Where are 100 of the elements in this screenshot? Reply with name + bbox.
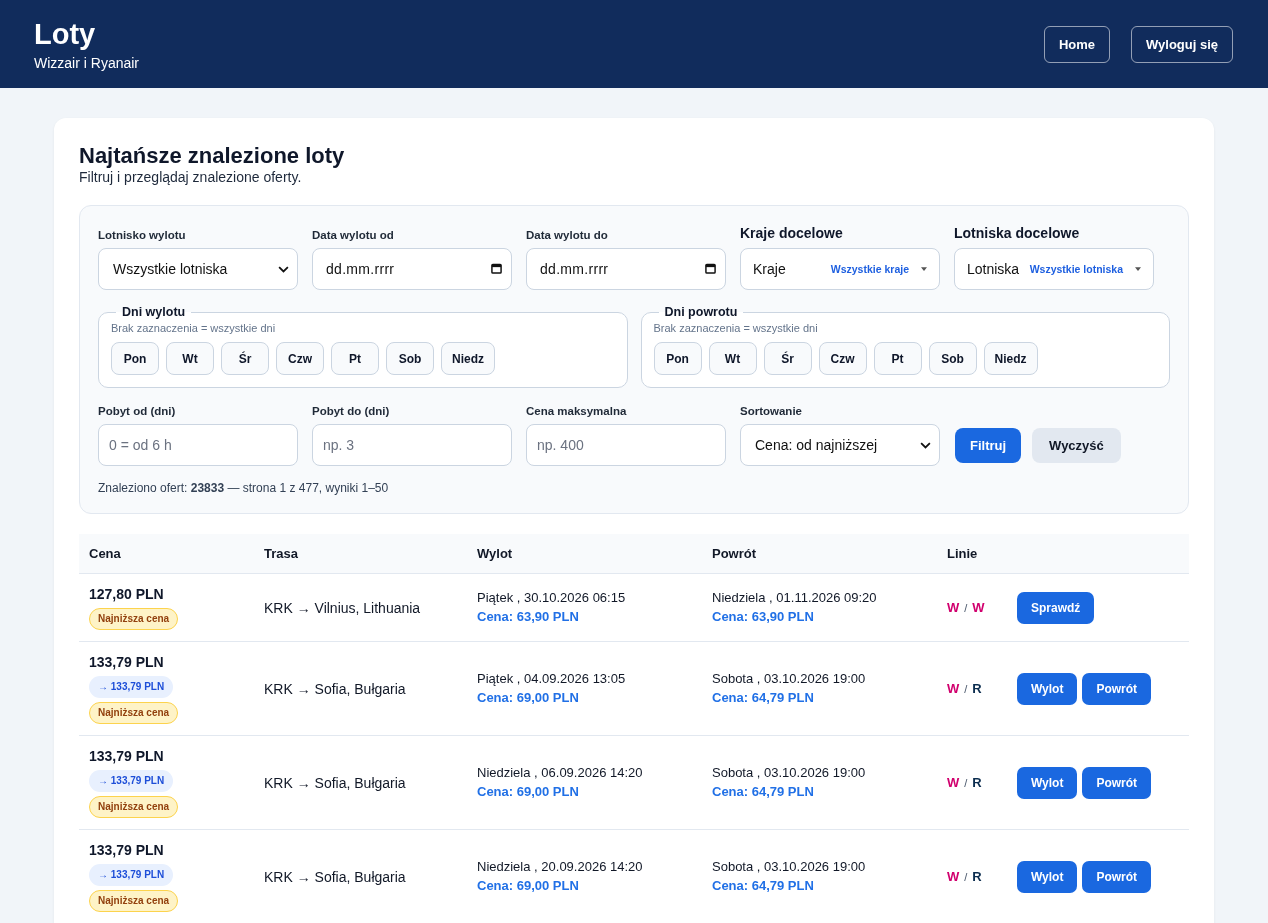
calendar-icon[interactable] <box>705 263 716 274</box>
departure-price: Cena: 69,00 PLN <box>477 783 579 801</box>
column-header: Linie <box>947 546 978 561</box>
results-summary: Znaleziono ofert: 23833 — strona 1 z 477, wyniki 1–50 <box>98 481 390 496</box>
action-button[interactable]: Wylot <box>1017 860 1078 893</box>
dropdown-field[interactable]: Lotniska Wszystkie lotniska <box>954 248 1154 290</box>
input-field[interactable]: 0 = od 6 h <box>98 424 298 466</box>
route-price-tag: → 133,79 PLN <box>89 770 174 792</box>
group-legend: Dni powrotu <box>658 305 744 319</box>
select-field[interactable]: Cena: od najniższej <box>740 424 940 466</box>
airline-code: W <box>947 600 960 615</box>
caret-down-icon <box>921 267 927 271</box>
airline-separator: / <box>964 682 968 695</box>
airline-separator: / <box>964 870 968 883</box>
total-price: 133,79 PLN <box>89 747 164 765</box>
date-field[interactable]: dd.mm.rrrr <box>312 248 512 290</box>
chevron-down-icon <box>278 265 289 273</box>
day-toggle[interactable]: Niedz <box>983 342 1038 375</box>
column-header: Trasa <box>264 546 298 561</box>
action-button[interactable]: Sprawdź <box>1017 591 1095 624</box>
route-text: KRK → Vilnius, Lithuania <box>264 599 421 616</box>
day-toggle[interactable]: Wt <box>708 342 757 375</box>
day-toggle[interactable]: Pt <box>873 342 922 375</box>
calendar-icon[interactable] <box>491 263 502 274</box>
return-price: Cena: 64,79 PLN <box>712 689 814 707</box>
departure-date: Piątek , 30.10.2026 06:15 <box>477 589 626 607</box>
total-price: 127,80 PLN <box>89 585 164 603</box>
column-header: Wylot <box>477 546 513 561</box>
day-toggle[interactable]: Pon <box>111 342 159 375</box>
chevron-down-icon <box>920 441 931 449</box>
airline-separator: / <box>964 776 968 789</box>
action-button[interactable]: Powrót <box>1082 766 1152 799</box>
field-label: Data wylotu do <box>526 228 609 242</box>
airline-code: R <box>972 775 982 790</box>
field-label: Pobyt do (dni) <box>312 404 391 418</box>
field-label: Kraje docelowe <box>740 225 844 242</box>
day-toggle[interactable]: Czw <box>818 342 867 375</box>
return-price: Cena: 63,90 PLN <box>712 608 814 626</box>
route-text: KRK → Sofia, Bułgaria <box>264 868 406 885</box>
column-header: Cena <box>89 546 121 561</box>
input-field[interactable]: np. 400 <box>526 424 726 466</box>
action-button[interactable]: Wylot <box>1017 672 1078 705</box>
day-toggle[interactable]: Śr <box>221 342 269 375</box>
day-toggle[interactable]: Pon <box>653 342 702 375</box>
field-label: Data wylotu od <box>312 228 395 242</box>
date-field[interactable]: dd.mm.rrrr <box>526 248 726 290</box>
day-toggle[interactable]: Sob <box>928 342 977 375</box>
route-text: KRK → Sofia, Bułgaria <box>264 774 406 791</box>
return-date: Niedziela , 01.11.2026 09:20 <box>712 589 877 607</box>
action-button[interactable]: Wylot <box>1017 766 1078 799</box>
filter-button[interactable]: Filtruj <box>955 427 1022 463</box>
field-label: Lotnisko wylotu <box>98 228 187 242</box>
airline-code: W <box>947 775 960 790</box>
airline-code: W <box>947 869 960 884</box>
input-field[interactable]: np. 3 <box>312 424 512 466</box>
route-text: KRK → Sofia, Bułgaria <box>264 680 406 697</box>
return-date: Sobota , 03.10.2026 19:00 <box>712 670 866 688</box>
field-label: Lotniska docelowe <box>954 225 1081 242</box>
select-field[interactable]: Wszystkie lotniska <box>98 248 298 290</box>
lowest-price-tag: Najniższa cena <box>89 608 179 630</box>
return-date: Sobota , 03.10.2026 19:00 <box>712 764 866 782</box>
nav-button[interactable]: Wyloguj się <box>1131 25 1233 63</box>
route-price-tag: → 133,79 PLN <box>89 864 174 886</box>
day-toggle[interactable]: Czw <box>276 342 324 375</box>
day-toggle[interactable]: Śr <box>763 342 812 375</box>
departure-date: Niedziela , 06.09.2026 14:20 <box>477 764 643 782</box>
dropdown-field[interactable]: Kraje Wszystkie kraje <box>740 248 940 290</box>
hint-text: Brak zaznaczenia = wszystkie dni <box>111 321 277 335</box>
page-subtitle: Filtruj i przeglądaj znalezione oferty. <box>79 169 303 186</box>
departure-date: Piątek , 04.09.2026 13:05 <box>477 670 626 688</box>
lowest-price-tag: Najniższa cena <box>89 796 179 818</box>
return-price: Cena: 64,79 PLN <box>712 877 814 895</box>
departure-date: Niedziela , 20.09.2026 14:20 <box>477 858 643 876</box>
airline-code: W <box>947 681 960 696</box>
return-price: Cena: 64,79 PLN <box>712 783 814 801</box>
day-toggle[interactable]: Pt <box>331 342 379 375</box>
clear-button[interactable]: Wyczyść <box>1032 427 1121 463</box>
airline-code: R <box>972 681 982 696</box>
total-price: 133,79 PLN <box>89 653 164 671</box>
departure-price: Cena: 63,90 PLN <box>477 608 579 626</box>
day-toggle[interactable]: Niedz <box>441 342 495 375</box>
lowest-price-tag: Najniższa cena <box>89 702 179 724</box>
group-legend: Dni wylotu <box>116 305 192 319</box>
day-toggle[interactable]: Sob <box>386 342 434 375</box>
departure-price: Cena: 69,00 PLN <box>477 689 579 707</box>
airline-code: R <box>972 869 982 884</box>
field-label: Cena maksymalna <box>526 404 628 418</box>
route-price-tag: → 133,79 PLN <box>89 676 174 698</box>
total-price: 133,79 PLN <box>89 841 164 859</box>
hint-text: Brak zaznaczenia = wszystkie dni <box>653 321 819 335</box>
app-subtitle: Wizzair i Ryanair <box>34 55 139 71</box>
action-button[interactable]: Powrót <box>1082 860 1152 893</box>
return-date: Sobota , 03.10.2026 19:00 <box>712 858 866 876</box>
lowest-price-tag: Najniższa cena <box>89 890 179 912</box>
nav-button[interactable]: Home <box>1043 25 1110 63</box>
column-header: Powrót <box>712 546 757 561</box>
field-label: Pobyt od (dni) <box>98 404 177 418</box>
field-label: Sortowanie <box>740 404 803 418</box>
day-toggle[interactable]: Wt <box>166 342 214 375</box>
action-button[interactable]: Powrót <box>1082 672 1152 705</box>
